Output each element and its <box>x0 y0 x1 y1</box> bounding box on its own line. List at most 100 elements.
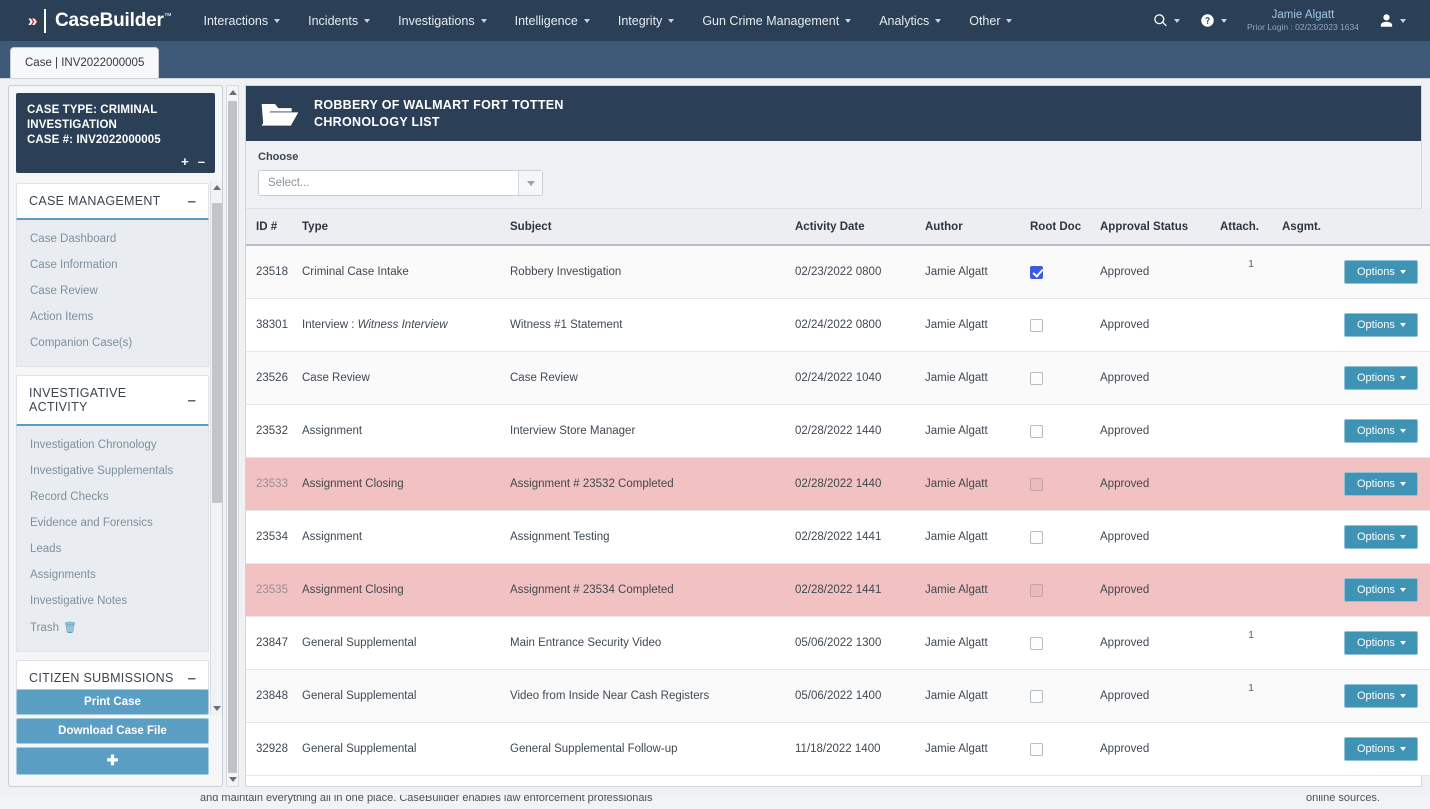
scroll-up-icon[interactable] <box>213 185 221 190</box>
cell-id[interactable]: 23518 <box>246 245 302 299</box>
sidebar-item-case-review[interactable]: Case Review <box>17 278 208 304</box>
user-info[interactable]: Jamie Algatt Prior Login : 02/23/2023 16… <box>1237 8 1369 33</box>
sidebar-item-companion-cases[interactable]: Companion Case(s) <box>17 330 208 356</box>
cell-approval-status: Approved <box>1100 245 1220 299</box>
chevron-down-icon <box>480 18 487 23</box>
sidebar-item-evidence-and-forensics[interactable]: Evidence and Forensics <box>17 510 208 536</box>
root-doc-checkbox[interactable] <box>1030 583 1043 597</box>
column-header-activity-date[interactable]: Activity Date <box>795 209 925 246</box>
sidebar-panel-scrollbar[interactable] <box>226 85 239 787</box>
table-row[interactable]: 23847 General Supplemental Main Entrance S… <box>246 616 1430 670</box>
help-button[interactable] <box>1190 0 1237 41</box>
chevron-down-icon <box>1399 429 1406 434</box>
options-button[interactable]: Options <box>1344 313 1418 337</box>
nav-item-interactions[interactable]: Interactions <box>190 0 295 41</box>
table-row[interactable]: 23848 General Supplemental Video from Insi… <box>246 669 1430 723</box>
sidebar-item-case-dashboard[interactable]: Case Dashboard <box>17 226 208 252</box>
sidebar-item-trash[interactable]: Trash 🗑 <box>17 614 208 641</box>
options-button[interactable]: Options <box>1344 631 1418 655</box>
table-row[interactable]: 23532 Assignment Interview Store Manager 02… <box>246 404 1430 458</box>
column-header-subject[interactable]: Subject <box>510 209 795 246</box>
cell-id[interactable]: 38301 <box>246 298 302 352</box>
download-case-file-button[interactable]: Download Case File <box>16 718 209 744</box>
cell-id[interactable]: 23848 <box>246 669 302 723</box>
nav-item-other[interactable]: Other <box>955 0 1026 41</box>
cell-id[interactable]: 23534 <box>246 510 302 564</box>
root-doc-checkbox[interactable] <box>1030 265 1043 279</box>
root-doc-checkbox[interactable] <box>1030 530 1043 544</box>
cell-id[interactable]: 32928 <box>246 722 302 776</box>
cell-activity-date: 02/28/2022 1440 <box>795 404 925 458</box>
section-header-investigative-activity[interactable]: INVESTIGATIVE ACTIVITY – <box>16 375 209 426</box>
sidebar-item-record-checks[interactable]: Record Checks <box>17 484 208 510</box>
table-row[interactable]: 38301 Interview : Witness Interview Witnes… <box>246 298 1430 352</box>
scrollbar-thumb[interactable] <box>212 203 222 503</box>
nav-item-investigations[interactable]: Investigations <box>384 0 500 41</box>
table-row[interactable]: 23533 Assignment Closing Assignment # 2353… <box>246 457 1430 511</box>
table-row[interactable]: 23518 Criminal Case Intake Robbery Investi… <box>246 245 1430 299</box>
section-header-case-management[interactable]: CASE MANAGEMENT – <box>16 183 209 220</box>
expand-all-button[interactable]: + <box>181 155 189 168</box>
cell-type: General Supplemental <box>302 722 510 776</box>
column-header-asgmt[interactable]: Asgmt. <box>1282 209 1344 246</box>
add-button[interactable]: ✚ <box>16 747 209 775</box>
options-button[interactable]: Options <box>1344 684 1418 708</box>
options-button[interactable]: Options <box>1344 737 1418 761</box>
nav-item-gun-crime-management[interactable]: Gun Crime Management <box>688 0 865 41</box>
sidebar-item-leads[interactable]: Leads <box>17 536 208 562</box>
cell-id[interactable]: 23847 <box>246 616 302 670</box>
table-row[interactable]: 23534 Assignment Assignment Testing 02/28/2… <box>246 510 1430 564</box>
options-button[interactable]: Options <box>1344 578 1418 602</box>
select-dropdown-arrow[interactable] <box>518 171 542 195</box>
root-doc-checkbox[interactable] <box>1030 477 1043 491</box>
options-button[interactable]: Options <box>1344 419 1418 443</box>
options-button[interactable]: Options <box>1344 525 1418 549</box>
root-doc-checkbox[interactable] <box>1030 689 1043 703</box>
sidebar-item-case-information[interactable]: Case Information <box>17 252 208 278</box>
scroll-down-icon[interactable] <box>229 777 237 782</box>
cell-id[interactable]: 23535 <box>246 563 302 617</box>
options-button[interactable]: Options <box>1344 260 1418 284</box>
cell-id[interactable]: 23526 <box>246 351 302 405</box>
table-row[interactable]: 23526 Case Review Case Review 02/24/2022 10… <box>246 351 1430 405</box>
sidebar-item-action-items[interactable]: Action Items <box>17 304 208 330</box>
collapse-all-button[interactable]: – <box>198 155 205 168</box>
column-header-type[interactable]: Type <box>302 209 510 246</box>
column-header-root-doc[interactable]: Root Doc <box>1030 209 1100 246</box>
cell-id[interactable]: 23532 <box>246 404 302 458</box>
root-doc-checkbox[interactable] <box>1030 636 1043 650</box>
tab-case-inv2022000005[interactable]: Case | INV2022000005 <box>10 47 160 78</box>
options-button[interactable]: Options <box>1344 366 1418 390</box>
account-menu-button[interactable] <box>1369 0 1416 41</box>
root-doc-checkbox[interactable] <box>1030 318 1043 332</box>
root-doc-checkbox[interactable] <box>1030 742 1043 756</box>
sidebar-item-investigative-supplementals[interactable]: Investigative Supplementals <box>17 458 208 484</box>
column-header-author[interactable]: Author <box>925 209 1030 246</box>
search-button[interactable] <box>1143 0 1190 41</box>
sidebar-item-investigative-notes[interactable]: Investigative Notes <box>17 588 208 614</box>
nav-item-intelligence[interactable]: Intelligence <box>501 0 604 41</box>
nav-item-incidents[interactable]: Incidents <box>294 0 384 41</box>
cell-id[interactable]: 23533 <box>246 457 302 511</box>
scroll-up-icon[interactable] <box>229 90 237 95</box>
scrollbar-thumb[interactable] <box>228 101 237 773</box>
scroll-down-icon[interactable] <box>213 706 221 711</box>
sidebar-menu-scrollbar[interactable] <box>210 181 222 715</box>
column-header-approval-status[interactable]: Approval Status <box>1100 209 1220 246</box>
column-header-id[interactable]: ID # <box>246 209 302 246</box>
table-row[interactable]: 32928 General Supplemental General Supplem… <box>246 722 1430 776</box>
cell-activity-date: 02/24/2022 0800 <box>795 298 925 352</box>
sidebar-item-investigation-chronology[interactable]: Investigation Chronology <box>17 432 208 458</box>
print-case-button[interactable]: Print Case <box>16 689 209 715</box>
column-header-attachments[interactable]: Attach. <box>1220 209 1282 246</box>
chronology-type-select[interactable]: Select... <box>258 170 543 196</box>
table-row[interactable]: 23535 Assignment Closing Assignment # 2353… <box>246 563 1430 617</box>
nav-item-integrity[interactable]: Integrity <box>604 0 688 41</box>
options-button[interactable]: Options <box>1344 472 1418 496</box>
app-logo[interactable]: » CaseBuilder™ <box>0 0 190 41</box>
root-doc-checkbox[interactable] <box>1030 371 1043 385</box>
cell-attachments <box>1220 563 1282 617</box>
root-doc-checkbox[interactable] <box>1030 424 1043 438</box>
nav-item-analytics[interactable]: Analytics <box>865 0 955 41</box>
sidebar-item-assignments[interactable]: Assignments <box>17 562 208 588</box>
